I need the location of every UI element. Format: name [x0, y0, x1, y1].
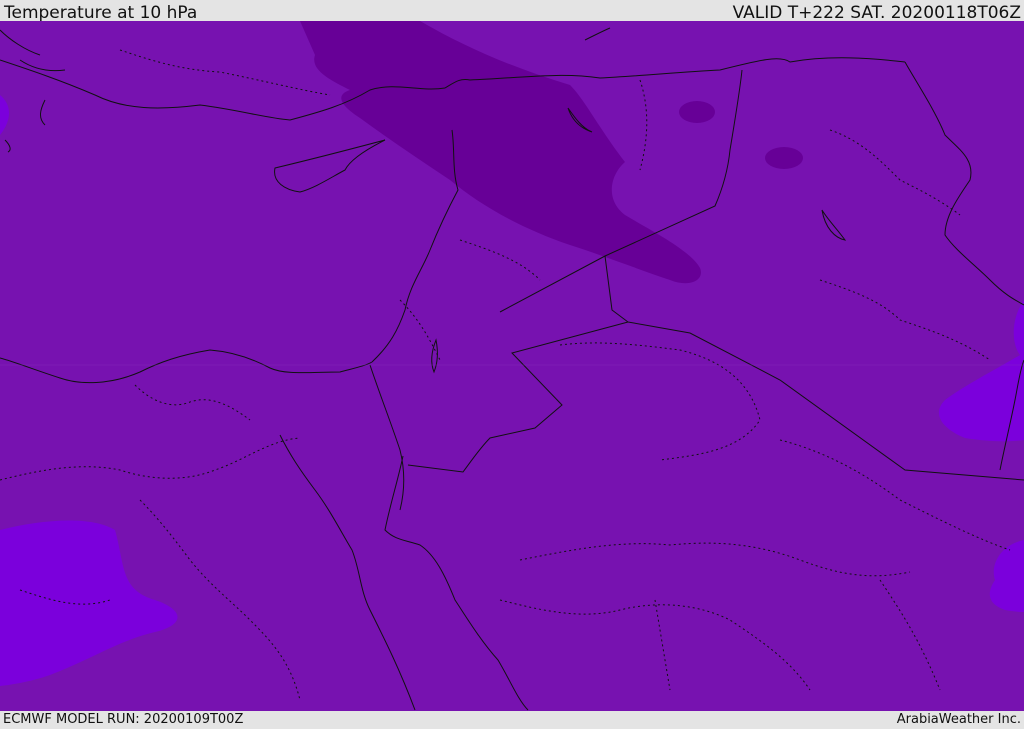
footer-bar: ECMWF MODEL RUN: 20200109T00Z ArabiaWeat… — [0, 711, 1024, 729]
valid-time: VALID T+222 SAT. 20200118T06Z — [732, 3, 1021, 23]
header-bar: Temperature at 10 hPa VALID T+222 SAT. 2… — [0, 0, 1024, 23]
weather-map — [0, 21, 1024, 711]
model-run: ECMWF MODEL RUN: 20200109T00Z — [3, 712, 244, 727]
map-title: Temperature at 10 hPa — [4, 3, 198, 23]
cold-spot — [765, 147, 803, 169]
credit: ArabiaWeather Inc. — [896, 712, 1021, 727]
cold-spot — [679, 101, 715, 123]
